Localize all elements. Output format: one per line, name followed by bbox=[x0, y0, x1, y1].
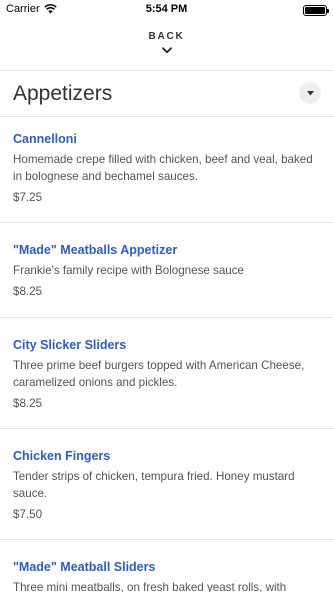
menu-item-name: "Made" Meatballs Appetizer bbox=[13, 243, 178, 257]
menu-item-name: Chicken Fingers bbox=[13, 449, 111, 463]
category-header: Appetizers bbox=[0, 70, 333, 116]
caret-down-icon bbox=[306, 90, 314, 95]
category-toggle-button[interactable] bbox=[299, 82, 321, 104]
menu-item-description: Three mini meatballs, on fresh baked yea… bbox=[13, 581, 287, 592]
menu-item-price: $8.25 bbox=[13, 397, 43, 410]
item-divider bbox=[0, 222, 333, 223]
chevron-down-icon bbox=[161, 47, 172, 54]
menu-item-name: "Made" Meatball Sliders bbox=[13, 560, 156, 574]
item-divider bbox=[0, 539, 333, 540]
back-button[interactable]: BACK bbox=[0, 28, 333, 64]
menu-item[interactable]: City Slicker Sliders Three prime beef bu… bbox=[0, 337, 333, 412]
menu-item-name: City Slicker Sliders bbox=[13, 338, 127, 352]
item-divider bbox=[0, 428, 333, 429]
menu-item-description: Homemade crepe filled with chicken, beef… bbox=[13, 153, 313, 183]
status-time: 5:54 PM bbox=[145, 3, 188, 15]
menu-item[interactable]: "Made" Meatball Sliders Three mini meatb… bbox=[0, 559, 333, 592]
status-bar: Carrier 5:54 PM bbox=[0, 0, 333, 20]
menu-item[interactable]: Chicken Fingers Tender strips of chicken… bbox=[0, 448, 333, 523]
menu-item-description: Three prime beef burgers topped with Ame… bbox=[13, 359, 305, 389]
menu-item-price: $7.50 bbox=[13, 508, 43, 521]
menu-item-description: Frankie's family recipe with Bolognese s… bbox=[13, 264, 244, 277]
menu-item-price: $8.25 bbox=[13, 285, 43, 298]
menu-item[interactable]: Cannelloni Homemade crepe filled with ch… bbox=[0, 131, 333, 206]
menu-item[interactable]: "Made" Meatballs Appetizer Frankie's fam… bbox=[0, 242, 333, 300]
menu-item-price: $7.25 bbox=[13, 191, 43, 204]
battery-icon bbox=[303, 5, 329, 16]
menu-item-description: Tender strips of chicken, tempura fried.… bbox=[13, 470, 295, 500]
item-divider bbox=[0, 317, 333, 318]
category-divider bbox=[0, 116, 333, 117]
category-title: Appetizers bbox=[13, 82, 113, 105]
menu-item-name: Cannelloni bbox=[13, 132, 77, 146]
back-label: BACK bbox=[148, 31, 185, 42]
